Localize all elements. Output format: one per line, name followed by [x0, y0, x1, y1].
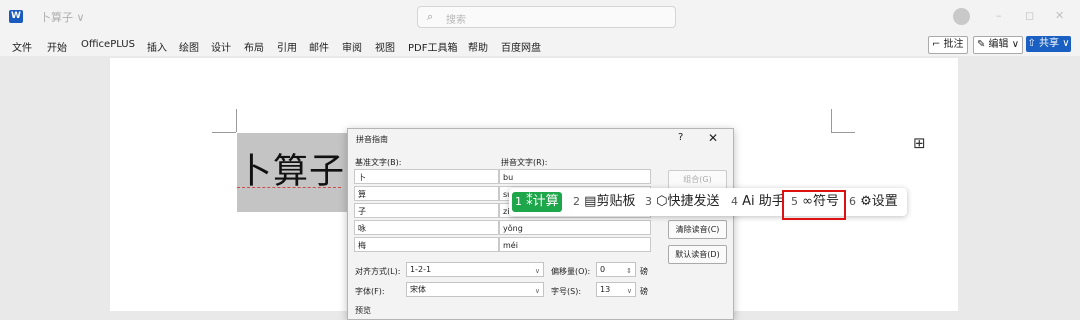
menu-baidu-netdisk[interactable]: 百度网盘 — [501, 39, 541, 54]
base-text-label: 基准文字(B): — [355, 158, 402, 167]
group-button[interactable]: 组合(G) — [668, 170, 727, 189]
menu-layout[interactable]: 布局 — [244, 39, 264, 54]
size-select[interactable]: 13 ∨ — [596, 282, 636, 297]
alignment-label: 对齐方式(L): — [355, 267, 401, 276]
item-number: 6 — [849, 195, 856, 208]
quick-send-button[interactable]: 3 ⬡快捷发送 — [645, 188, 720, 216]
menu-officeplus[interactable]: OfficePLUS — [81, 39, 135, 50]
search-placeholder: 搜索 — [446, 15, 466, 26]
menu-draw[interactable]: 绘图 — [179, 39, 199, 54]
base-text-field[interactable]: 咏 — [354, 220, 499, 235]
share-button[interactable]: ⇧ 共享 ∨ — [1026, 36, 1071, 52]
search-icon: ⌕ — [427, 10, 434, 23]
menu-view[interactable]: 视图 — [375, 39, 395, 54]
menu-home[interactable]: 开始 — [47, 39, 67, 54]
word-app-icon: W — [9, 10, 23, 23]
document-title[interactable]: 卜算子 ∨ — [40, 9, 85, 25]
ruby-text-field[interactable]: bu — [499, 169, 651, 184]
help-button[interactable]: ? — [678, 132, 683, 143]
spin-arrows-icon[interactable]: ⇕ — [626, 264, 632, 278]
title-bar: W 卜算子 ∨ ⌕ 搜索 – ◻ ✕ — [0, 0, 1080, 34]
size-value: 13 — [600, 285, 611, 294]
ai-assistant-button[interactable]: 4 Ai 助手 — [731, 188, 785, 216]
offset-label: 偏移量(O): — [551, 267, 591, 276]
menu-help[interactable]: 帮助 — [468, 39, 488, 54]
menu-file[interactable]: 文件 — [12, 39, 32, 54]
dialog-title: 拼音指南 — [356, 135, 388, 144]
menu-insert[interactable]: 插入 — [147, 39, 167, 54]
base-text-field[interactable]: 卜 — [354, 169, 499, 184]
ai-icon: Ai — [742, 194, 755, 209]
dialog-close-button[interactable]: ✕ — [708, 131, 718, 145]
ai-assistant-label: 助手 — [758, 194, 785, 209]
comments-button[interactable]: ⌐ 批注 — [928, 36, 968, 54]
menu-design[interactable]: 设计 — [211, 39, 231, 54]
chevron-down-icon: ∨ — [534, 267, 540, 275]
ruby-text-field[interactable]: méi — [499, 237, 651, 252]
cube-icon: ⬡ — [656, 194, 668, 209]
item-number: 4 — [731, 195, 738, 208]
base-text-field[interactable]: 算 — [354, 186, 499, 201]
minimize-button[interactable]: – — [996, 9, 1002, 22]
base-text-field[interactable]: 梅 — [354, 237, 499, 252]
font-label: 字体(F): — [355, 287, 385, 296]
phonetic-guide-dialog: 拼音指南 ? ✕ 基准文字(B): 拼音文字(R): 卜 bu 算 su 子 z… — [347, 128, 734, 320]
avatar[interactable] — [953, 8, 970, 25]
offset-stepper[interactable]: 0 ⇕ — [596, 262, 636, 277]
settings-button[interactable]: 6 ⚙设置 — [849, 188, 898, 216]
maximize-button[interactable]: ◻ — [1025, 9, 1034, 22]
alignment-value: 1-2-1 — [410, 265, 432, 274]
crop-mark — [212, 132, 236, 133]
default-reading-button[interactable]: 默认读音(D) — [668, 245, 727, 264]
crop-mark — [831, 132, 855, 133]
menu-bar: 文件 开始 OfficePLUS 插入 绘图 设计 布局 引用 邮件 审阅 视图… — [0, 34, 1080, 56]
calculate-label: 计算 — [532, 194, 559, 209]
size-label: 字号(S): — [551, 287, 582, 296]
menu-references[interactable]: 引用 — [277, 39, 297, 54]
offset-unit: 磅 — [640, 267, 648, 276]
highlight-box — [782, 190, 846, 220]
base-text-field[interactable]: 子 — [354, 203, 499, 218]
editing-button[interactable]: ✎ 编辑 ∨ — [973, 36, 1024, 54]
menu-mailings[interactable]: 邮件 — [309, 39, 329, 54]
clipboard-icon: ▤ — [584, 194, 597, 209]
quick-send-label: 快捷发送 — [667, 194, 720, 209]
crop-mark — [236, 109, 237, 132]
clipboard-button[interactable]: 2 ▤剪贴板 — [573, 188, 635, 216]
ruby-text-label: 拼音文字(R): — [501, 158, 548, 167]
alignment-select[interactable]: 1-2-1 ∨ — [406, 262, 544, 277]
chevron-down-icon: ∨ — [534, 287, 540, 295]
font-value: 宋体 — [410, 285, 426, 294]
item-number: 3 — [645, 195, 652, 208]
floating-toolbar: 1 ⁑计算 2 ▤剪贴板 3 ⬡快捷发送 4 Ai 助手 5 ∞符号 6 ⚙设置 — [509, 188, 907, 216]
settings-label: 设置 — [871, 194, 898, 209]
search-box[interactable]: ⌕ 搜索 — [417, 6, 676, 28]
spellcheck-underline — [237, 187, 341, 188]
font-select[interactable]: 宋体 ∨ — [406, 282, 544, 297]
crop-mark — [831, 109, 832, 132]
menu-pdf-toolbox[interactable]: PDF工具箱 — [408, 39, 457, 54]
close-button[interactable]: ✕ — [1055, 9, 1064, 22]
clipboard-label: 剪贴板 — [596, 194, 636, 209]
new-comment-icon[interactable]: ⊞ — [913, 134, 926, 152]
menu-review[interactable]: 审阅 — [342, 39, 362, 54]
gear-icon: ⚙ — [860, 194, 872, 209]
item-number: 1 — [515, 195, 522, 208]
clear-reading-button[interactable]: 清除读音(C) — [668, 220, 727, 239]
offset-value: 0 — [600, 265, 606, 274]
calculate-button[interactable]: 1 ⁑计算 — [512, 192, 562, 212]
chevron-down-icon: ∨ — [626, 287, 632, 295]
item-number: 2 — [573, 195, 580, 208]
size-unit: 磅 — [640, 287, 648, 296]
ruby-text-field[interactable]: yǒng — [499, 220, 651, 235]
